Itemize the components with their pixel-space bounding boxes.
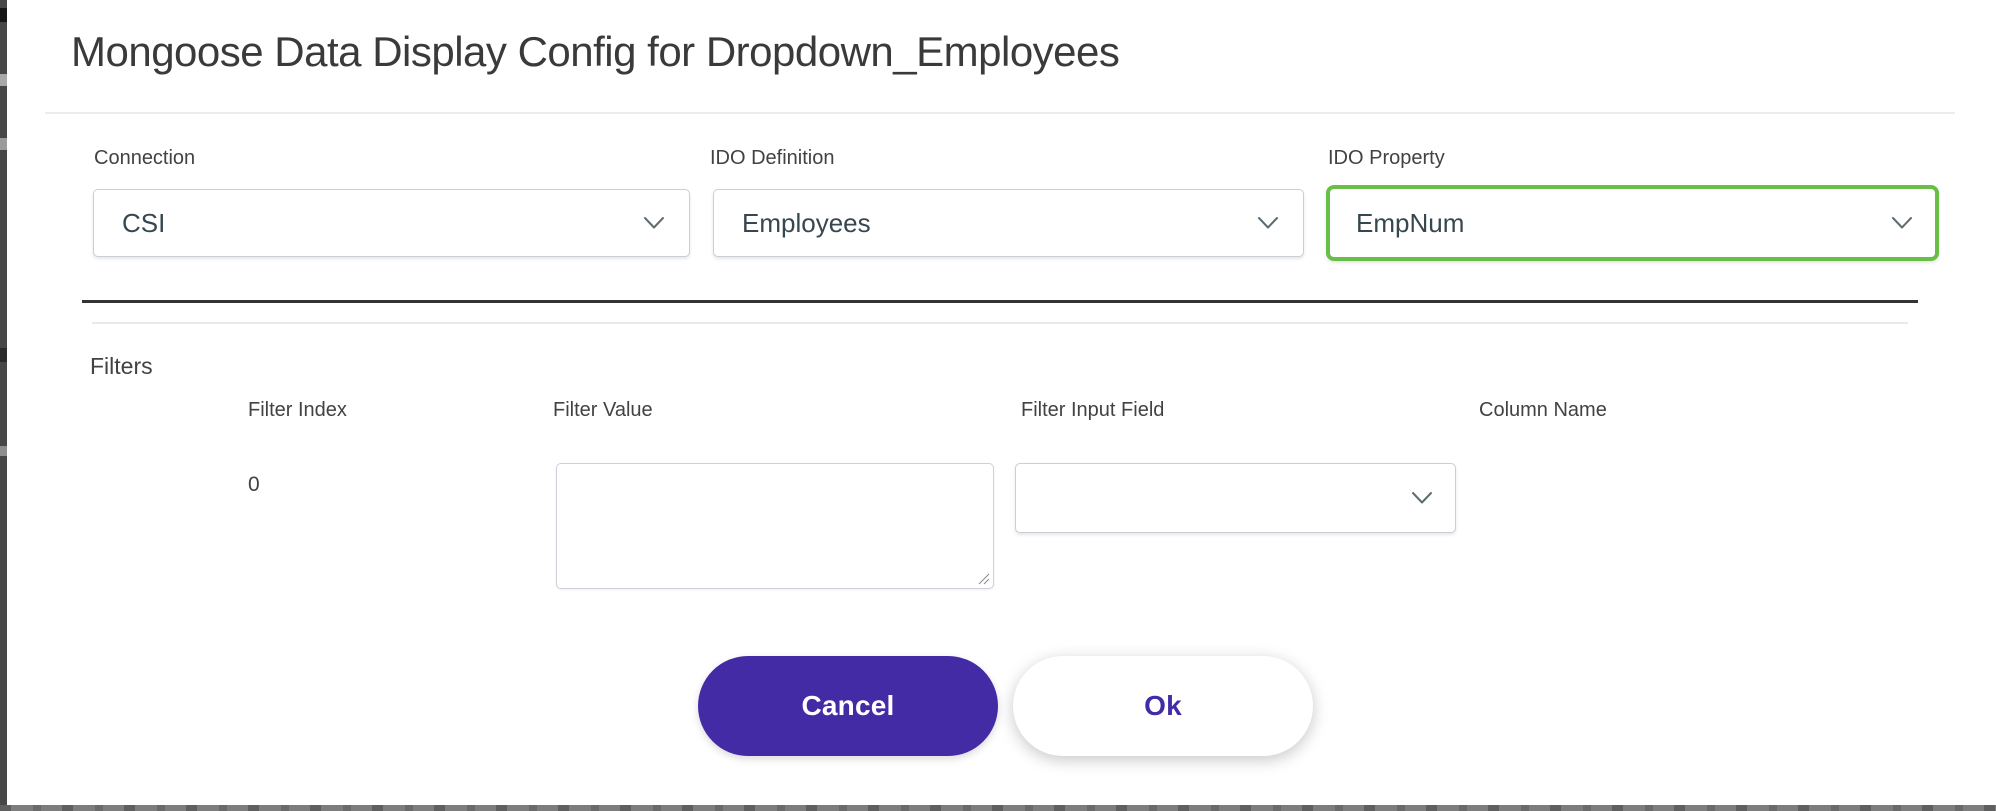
background-left-sliver (0, 0, 7, 811)
ido-definition-select-value: Employees (742, 207, 871, 238)
background-bottom-strip (0, 805, 1996, 811)
column-header-filter-index: Filter Index (248, 399, 347, 421)
section-divider-dark (82, 300, 1918, 303)
filter-value-field-wrap (556, 463, 994, 589)
filter-input-field-select[interactable] (1015, 463, 1456, 533)
column-header-column-name: Column Name (1479, 399, 1607, 421)
ido-property-select-value: EmpNum (1356, 207, 1465, 238)
chevron-down-icon (643, 216, 665, 230)
ok-button[interactable]: Ok (1013, 656, 1313, 756)
chevron-down-icon (1257, 216, 1279, 230)
column-header-filter-input-field: Filter Input Field (1021, 399, 1165, 421)
connection-select-value: CSI (122, 207, 166, 238)
connection-select[interactable]: CSI (93, 189, 690, 257)
background-fragment (0, 74, 7, 86)
background-fragment (0, 138, 7, 150)
background-fragment (0, 446, 7, 456)
dialog-title: Mongoose Data Display Config for Dropdow… (71, 28, 1120, 75)
filter-value-textarea[interactable] (557, 464, 993, 588)
column-header-filter-value: Filter Value (553, 399, 653, 421)
background-fragment (0, 348, 7, 362)
ido-property-select[interactable]: EmpNum (1326, 185, 1939, 261)
ido-definition-label: IDO Definition (710, 147, 835, 169)
chevron-down-icon (1411, 491, 1433, 505)
connection-label: Connection (94, 147, 196, 169)
filters-section-label: Filters (90, 353, 153, 379)
dialog-mongoose-data-display-config: Mongoose Data Display Config for Dropdow… (0, 0, 1996, 811)
section-divider-light (92, 322, 1908, 324)
cancel-button[interactable]: Cancel (698, 656, 998, 756)
ido-property-label: IDO Property (1328, 147, 1445, 169)
ido-definition-select[interactable]: Employees (713, 189, 1304, 257)
title-divider (45, 112, 1955, 114)
filter-row-index-value: 0 (248, 473, 260, 496)
background-fragment (0, 8, 7, 22)
chevron-down-icon (1891, 216, 1913, 230)
